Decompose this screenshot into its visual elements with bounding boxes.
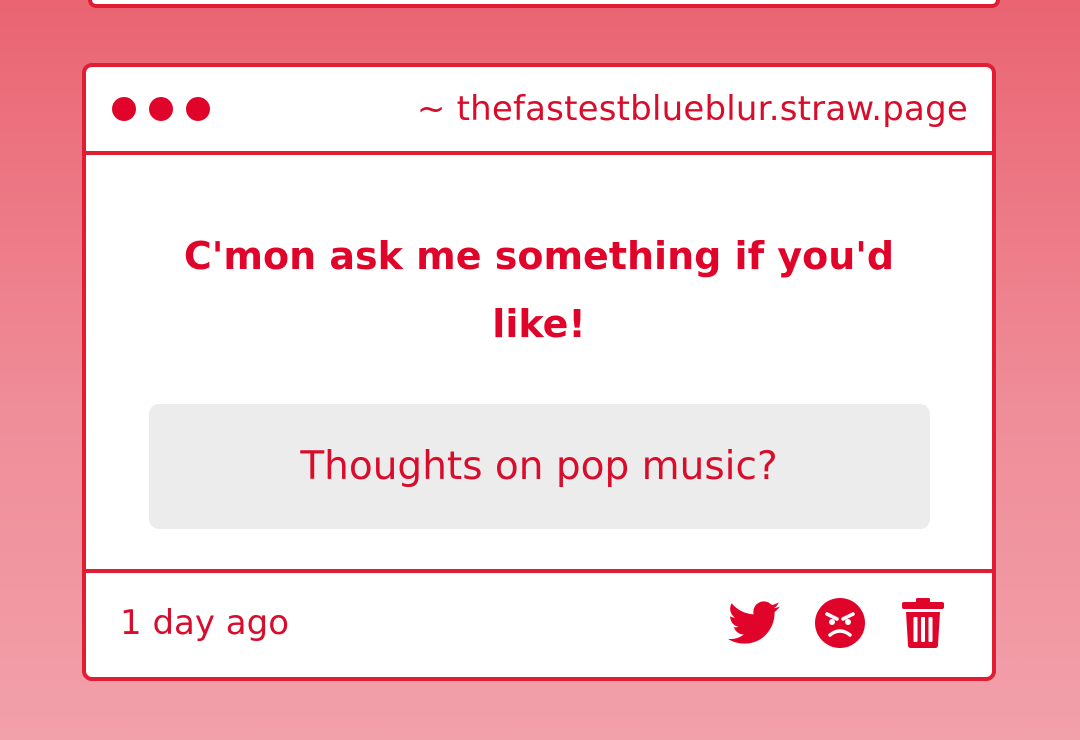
card-footer: 1 day ago: [86, 573, 992, 673]
share-twitter-button[interactable]: [728, 601, 780, 645]
trash-icon: [902, 598, 944, 648]
twitter-icon: [728, 601, 780, 644]
angry-face-icon: [815, 598, 865, 648]
card-header: ~ thefastestblueblur.straw.page: [86, 67, 992, 155]
window-dots: [112, 97, 210, 121]
site-url: ~ thefastestblueblur.straw.page: [416, 89, 968, 129]
question-box: Thoughts on pop music?: [148, 404, 930, 529]
previous-card-edge: [88, 0, 1000, 8]
card-body: C'mon ask me something if you'd like! Th…: [86, 155, 992, 573]
angry-reaction-button[interactable]: [814, 597, 866, 649]
window-dot: [112, 97, 136, 121]
prompt-heading: C'mon ask me something if you'd like!: [183, 234, 895, 346]
question-text: Thoughts on pop music?: [300, 444, 778, 489]
timestamp: 1 day ago: [120, 603, 290, 643]
window-dot: [149, 97, 173, 121]
delete-button[interactable]: [902, 598, 944, 648]
question-card: ~ thefastestblueblur.straw.page C'mon as…: [82, 63, 996, 681]
action-bar: [728, 597, 944, 649]
window-dot: [186, 97, 210, 121]
